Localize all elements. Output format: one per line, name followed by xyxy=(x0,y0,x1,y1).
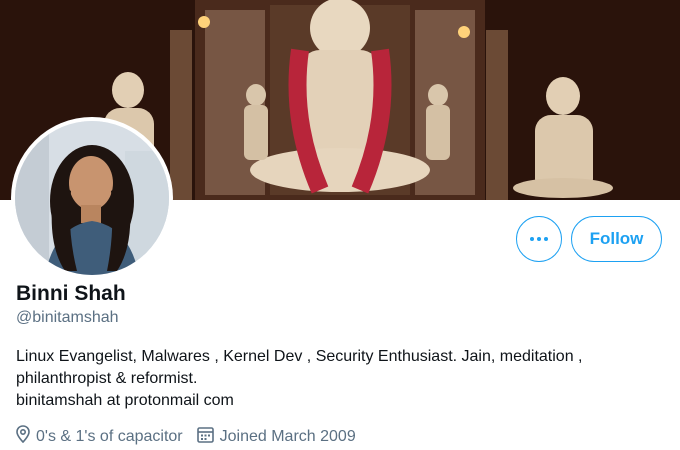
joined-text: Joined March 2009 xyxy=(219,427,356,445)
calendar-icon xyxy=(196,426,214,448)
avatar-image xyxy=(15,121,169,275)
follow-button[interactable]: Follow xyxy=(571,216,662,262)
avatar[interactable] xyxy=(11,117,173,279)
bio-line: Linux Evangelist, Malwares , Kernel Dev … xyxy=(16,348,583,365)
bio-line: philanthropist & reformist. xyxy=(16,370,198,387)
more-options-button[interactable] xyxy=(516,216,562,262)
more-horizontal-icon xyxy=(530,237,548,241)
location-text: 0's & 1's of capacitor xyxy=(36,427,183,445)
profile-location: 0's & 1's of capacitor xyxy=(16,425,183,448)
profile-handle: @binitamshah xyxy=(16,309,119,326)
bio-line: binitamshah at protonmail com xyxy=(16,392,234,409)
profile-bio: Linux Evangelist, Malwares , Kernel Dev … xyxy=(16,346,666,412)
profile-name: Binni Shah xyxy=(16,282,126,305)
profile-meta: 0's & 1's of capacitor Joined March 2009 xyxy=(16,425,370,448)
location-pin-icon xyxy=(16,425,30,448)
profile-joined: Joined March 2009 xyxy=(196,426,356,448)
